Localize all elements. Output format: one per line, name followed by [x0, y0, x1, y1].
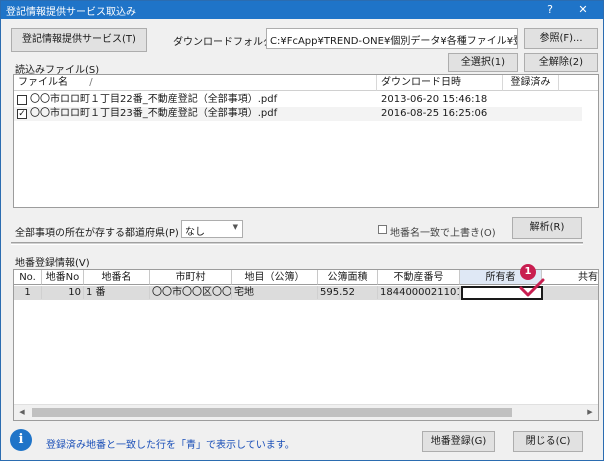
grid-header-lot-no[interactable]: 地番No	[42, 270, 84, 285]
deselect-all-button[interactable]: 全解除(2)	[524, 53, 598, 72]
column-header-download-datetime[interactable]: ダウンロード日時	[377, 75, 503, 91]
divider	[11, 242, 583, 245]
status-message: 登録済み地番と一致した行を「青」で表示しています。	[46, 440, 295, 451]
lot-grid-horizontal-scrollbar[interactable]: ◀ ▶	[14, 404, 598, 420]
file-row[interactable]: ✓ 〇〇市ロロ町１丁目23番_不動産登記（全部事項）.pdf 2016-08-2…	[14, 107, 582, 121]
scrollbar-thumb[interactable]	[32, 408, 512, 417]
file-row-checkbox-checked[interactable]: ✓	[17, 109, 27, 119]
file-name: 〇〇市ロロ町１丁目23番_不動産登記（全部事項）.pdf	[30, 108, 278, 119]
grid-cell-area[interactable]: 595.52	[318, 286, 378, 299]
overwrite-label: 地番名一致で上書き(O)	[390, 228, 496, 239]
overwrite-checkbox[interactable]	[378, 225, 387, 234]
grid-cell-property-no[interactable]: 1844000021101	[378, 286, 460, 299]
analyze-button[interactable]: 解析(R)	[512, 217, 582, 239]
select-all-button[interactable]: 全選択(1)	[448, 53, 518, 72]
sort-indicator-icon: /	[89, 77, 93, 88]
grid-cell-lot-no[interactable]: 10	[42, 286, 84, 299]
info-icon: i	[10, 429, 32, 451]
grid-cell-lot-name[interactable]: 1 番	[84, 286, 150, 299]
scroll-right-icon[interactable]: ▶	[582, 408, 598, 416]
close-button[interactable]: 閉じる(C)	[513, 431, 583, 452]
grid-cell-no[interactable]: 1	[14, 286, 42, 299]
grid-header-area[interactable]: 公簿面積	[318, 270, 378, 285]
column-header-file-name[interactable]: ファイル名 /	[14, 75, 377, 91]
grid-header-lot-name[interactable]: 地番名	[84, 270, 150, 285]
download-folder-field[interactable]: C:¥FcApp¥TREND-ONE¥個別データ¥各種ファイル¥登記情報サ-	[266, 28, 518, 49]
lot-grid[interactable]: No. 地番No 地番名 市町村 地目（公簿） 公簿面積 不動産番号 所有者 共…	[13, 269, 599, 421]
grid-cell-co-owner[interactable]	[544, 286, 598, 299]
check-mark-icon	[519, 278, 545, 297]
lot-grid-label: 地番登録情報(V)	[15, 258, 90, 269]
title-bar: 登記情報提供サービス取込み ? ✕	[1, 1, 603, 19]
service-button[interactable]: 登記情報提供サービス(T)	[11, 28, 147, 52]
file-download-datetime: 2013-06-20 15:46:18	[381, 94, 488, 105]
column-header-registered[interactable]: 登録済み	[503, 75, 559, 91]
close-icon[interactable]: ✕	[569, 1, 597, 19]
file-list[interactable]: ファイル名 / ダウンロード日時 登録済み 〇〇市ロロ町１丁目22番_不動産登記…	[13, 74, 599, 208]
column-header-filler	[559, 75, 598, 91]
dialog-window: 登記情報提供サービス取込み ? ✕ 登記情報提供サービス(T) ダウンロードフォ…	[0, 0, 604, 461]
browse-button[interactable]: 参照(F)...	[524, 28, 598, 49]
file-download-datetime: 2016-08-25 16:25:06	[381, 108, 488, 119]
grid-header-city[interactable]: 市町村	[150, 270, 232, 285]
file-name: 〇〇市ロロ町１丁目22番_不動産登記（全部事項）.pdf	[30, 94, 278, 105]
grid-header-property-no[interactable]: 不動産番号	[378, 270, 460, 285]
grid-header-land-use[interactable]: 地目（公簿）	[232, 270, 318, 285]
prefecture-label: 全部事項の所在が存する都道府県(P)	[15, 228, 179, 239]
grid-row[interactable]: 1 10 1 番 〇〇市〇〇区〇〇町 宅地 595.52 18440000211…	[14, 286, 598, 300]
grid-cell-city[interactable]: 〇〇市〇〇区〇〇町	[150, 286, 232, 299]
file-row-checkbox[interactable]	[17, 95, 27, 105]
grid-header-co-owner[interactable]: 共有者	[542, 270, 598, 285]
file-row[interactable]: 〇〇市ロロ町１丁目22番_不動産登記（全部事項）.pdf 2013-06-20 …	[14, 93, 582, 107]
register-lot-button[interactable]: 地番登録(G)	[422, 431, 495, 452]
scroll-left-icon[interactable]: ◀	[14, 408, 30, 416]
prefecture-select[interactable]: なし ▼	[181, 220, 243, 238]
grid-cell-land-use[interactable]: 宅地	[232, 286, 318, 299]
window-title: 登記情報提供サービス取込み	[6, 7, 136, 18]
help-icon[interactable]: ?	[536, 1, 564, 19]
grid-header-no[interactable]: No.	[14, 270, 42, 285]
chevron-down-icon: ▼	[232, 223, 238, 231]
